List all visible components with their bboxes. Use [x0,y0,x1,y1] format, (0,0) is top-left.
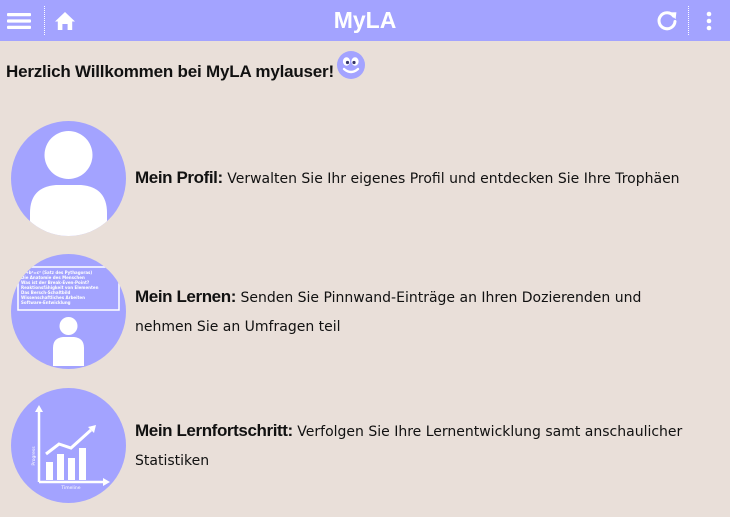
menu-item-text: Mein Lernfortschritt: Verfolgen Sie Ihre… [135,416,705,476]
menu-button[interactable] [6,0,32,41]
board-text-lines: a²+b²=c² (Satz des Pythagoras) Die Anato… [21,270,116,305]
chart-x-label: Timeline [60,485,80,491]
menu-item-profile[interactable]: Mein Profil: Verwalten Sie Ihr eigenes P… [11,121,711,236]
progress-chart-icon: Progress Timeline [11,388,126,503]
reload-button[interactable] [655,0,679,41]
app-title: MyLA [333,7,397,33]
menu-item-text: Mein Profil: Verwalten Sie Ihr eigenes P… [135,163,680,194]
menu-item-learning[interactable]: a²+b²=c² (Satz des Pythagoras) Die Anato… [11,254,711,369]
menu-item-description: Verwalten Sie Ihr eigenes Profil und ent… [227,171,680,187]
menu-item-title: Mein Lernen: [135,286,236,306]
top-bar: MyLA [0,0,730,41]
more-vertical-icon [706,11,712,30]
chart-y-label: Progress [31,446,37,466]
menu-item-progress[interactable]: Progress Timeline Mein Lernfortschritt: … [11,388,711,503]
toolbar-separator [688,6,690,35]
welcome-text: Herzlich Willkommen bei MyLA mylauser! [6,62,334,81]
menu-item-title: Mein Profil: [135,168,223,187]
reload-icon [657,10,677,30]
menu-item-title: Mein Lernfortschritt: [135,420,293,440]
home-button[interactable] [53,0,77,41]
learning-board-icon: a²+b²=c² (Satz des Pythagoras) Die Anato… [11,254,126,369]
profile-avatar-icon [11,121,126,236]
hamburger-menu-icon [7,12,31,29]
board-line: Software-Entwicklung [21,300,71,305]
home-icon [55,11,75,30]
toolbar-separator [44,6,46,35]
menu-item-text: Mein Lernen: Senden Sie Pinnwand-Einträg… [135,282,695,342]
welcome-heading: Herzlich Willkommen bei MyLA mylauser! [6,51,366,82]
more-button[interactable] [699,0,719,41]
smiley-icon [336,51,365,79]
